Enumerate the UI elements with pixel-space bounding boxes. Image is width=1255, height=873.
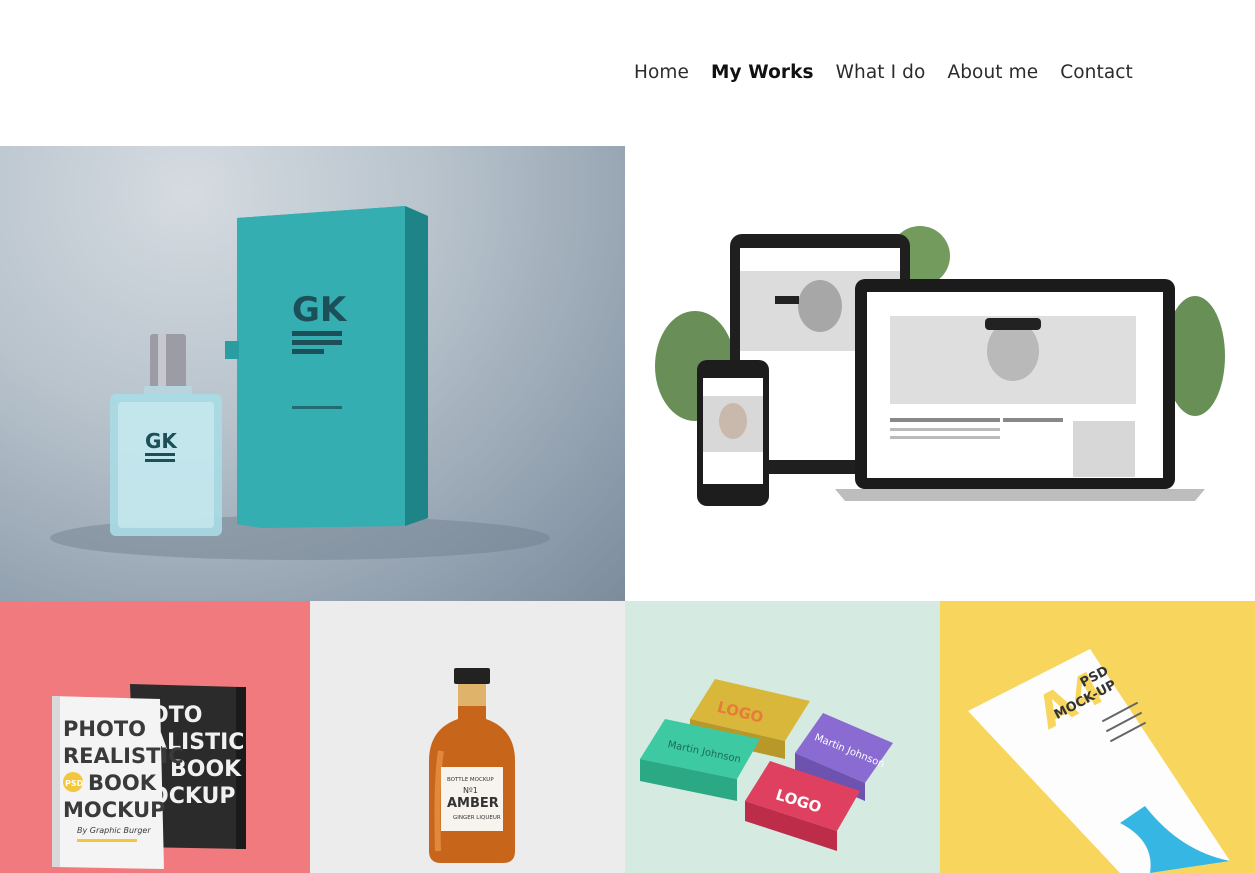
devices-mockup-image: [655, 226, 1225, 506]
portfolio-item-web-presentation[interactable]: [625, 146, 1255, 601]
book-byline: By Graphic Burger: [77, 826, 151, 835]
nav-about-me[interactable]: About me: [947, 62, 1038, 83]
portfolio-item-a4-paper[interactable]: A4 PSD MOCK-UP: [940, 601, 1255, 873]
bottle-logo: GK: [145, 429, 178, 453]
book-line-3: BOOK: [88, 771, 157, 795]
bottle-label-sub: GINGER LIQUEUR: [453, 815, 501, 821]
paper-mockup-image: A4 PSD MOCK-UP: [968, 649, 1230, 873]
main-nav: Home My Works What I do About me Contact: [634, 58, 1133, 86]
bottle-label-num: Nº1: [463, 786, 478, 795]
portfolio-item-book[interactable]: OTO ALISTIC BOOK OCKUP PHOTO REALISTIC P…: [0, 601, 310, 873]
business-cards-mockup-image: LOGO Martin Johnson Martin Johnson LOGO: [640, 679, 893, 851]
book-badge: PSD: [65, 779, 84, 788]
nav-contact[interactable]: Contact: [1060, 62, 1133, 83]
nav-home[interactable]: Home: [634, 62, 689, 83]
perfume-mockup-image: GK GK: [50, 206, 550, 560]
bottle-mockup-image: BOTTLE MOCKUP Nº1 AMBER GINGER LIQUEUR: [429, 668, 515, 863]
bottle-label-top: BOTTLE MOCKUP: [447, 777, 494, 783]
portfolio-item-business-cards[interactable]: LOGO Martin Johnson Martin Johnson LOGO: [625, 601, 940, 873]
box-logo: GK: [292, 290, 348, 330]
nav-what-i-do[interactable]: What I do: [836, 62, 926, 83]
portfolio-item-perfume[interactable]: GK GK: [0, 146, 625, 601]
nav-my-works[interactable]: My Works: [711, 62, 814, 83]
book-line-4: MOCKUP: [63, 798, 166, 822]
book-mockup-image: OTO ALISTIC BOOK OCKUP PHOTO REALISTIC P…: [52, 684, 246, 869]
bottle-label-main: AMBER: [447, 796, 499, 811]
book-line-2: REALISTIC: [63, 744, 184, 768]
portfolio-item-bottle[interactable]: BOTTLE MOCKUP Nº1 AMBER GINGER LIQUEUR: [310, 601, 625, 873]
book-line-1: PHOTO: [63, 717, 146, 741]
